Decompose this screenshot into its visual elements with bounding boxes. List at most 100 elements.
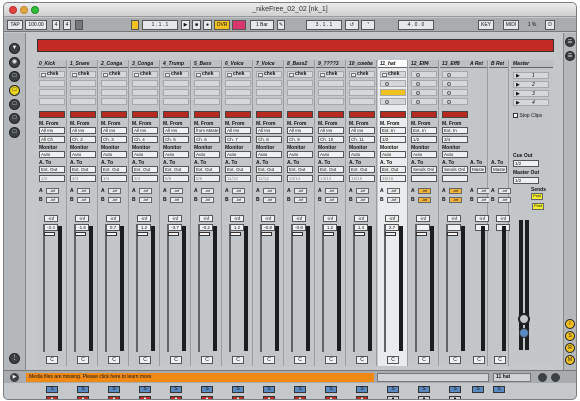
track-header[interactable]: 2_Conga — [99, 60, 128, 68]
output-channel-select[interactable]: 13/14 — [287, 175, 313, 182]
clip-slot[interactable] — [194, 80, 220, 87]
clip-slot[interactable] — [380, 89, 406, 96]
input-type-select[interactable]: All Ins — [349, 127, 375, 134]
arm-button[interactable]: ● — [263, 396, 275, 399]
files-icon[interactable]: □ — [9, 85, 20, 96]
help-view-icon[interactable]: ⋮ — [9, 353, 20, 364]
clip-slot[interactable] — [318, 80, 344, 87]
clip-stop-button[interactable] — [101, 111, 127, 118]
track-volume-value[interactable]: -2.4 — [44, 224, 58, 231]
track-header[interactable]: 10_cowbe — [347, 60, 376, 68]
arm-button[interactable]: ● — [294, 396, 306, 399]
clip-slot[interactable] — [442, 71, 468, 78]
solo-button[interactable]: S — [139, 386, 151, 393]
input-channel-select[interactable]: Ch. 9 — [287, 136, 313, 143]
output-type-select[interactable]: Ext. Out — [194, 166, 220, 173]
crossfader-assign-button[interactable]: C — [294, 356, 306, 364]
send-a-knob[interactable]: -inf — [139, 188, 152, 194]
automation-button[interactable] — [232, 20, 246, 30]
sig-numerator[interactable]: 4 — [52, 20, 60, 30]
send-a-knob[interactable]: -inf — [170, 188, 183, 194]
scene-2[interactable]: ▶ 2 — [513, 81, 549, 88]
stop-button[interactable]: ■ — [192, 20, 201, 30]
clip-slot[interactable]: chek — [225, 71, 251, 78]
input-channel-select[interactable]: Ch. 6 — [194, 136, 220, 143]
volume-fader[interactable] — [229, 224, 241, 352]
returns-toggle-icon[interactable]: R — [565, 343, 575, 353]
volume-fader[interactable] — [260, 224, 272, 352]
monitor-select[interactable]: Auto — [132, 151, 158, 158]
track-header[interactable]: 7_Voice — [254, 60, 283, 68]
browser-toggle-icon[interactable]: ▼ — [9, 43, 20, 54]
send-b-knob[interactable]: -inf — [139, 197, 152, 203]
volume-fader[interactable] — [322, 224, 334, 352]
solo-button[interactable]: S — [493, 386, 505, 393]
send-b-knob[interactable]: -inf — [77, 197, 90, 203]
send-a-knob[interactable]: -inf — [387, 188, 400, 194]
loop-start[interactable]: 3 . 1 . 1 — [306, 20, 342, 30]
sig-denominator[interactable]: 4 — [63, 20, 71, 30]
monitor-select[interactable]: Auto — [101, 151, 127, 158]
clip-slot[interactable] — [70, 98, 96, 105]
arm-button[interactable]: ● — [46, 396, 58, 399]
clip-stop-button[interactable] — [380, 111, 406, 118]
arm-button[interactable]: ● — [170, 396, 182, 399]
clip-slot[interactable] — [194, 98, 220, 105]
clip-stop-button[interactable] — [349, 111, 375, 118]
send-b-knob[interactable]: -inf — [170, 197, 183, 203]
solo-button[interactable]: S — [356, 386, 368, 393]
input-channel-select[interactable]: Ch. 4 — [132, 136, 158, 143]
clip-stop-button[interactable] — [318, 111, 344, 118]
clip-slot[interactable] — [132, 80, 158, 87]
monitor-select[interactable]: Auto — [349, 151, 375, 158]
send-b-knob[interactable]: -inf — [449, 197, 462, 203]
crossfader-assign-button[interactable]: C — [232, 356, 244, 364]
solo-button[interactable]: S — [77, 386, 89, 393]
input-type-select[interactable]: All Ins — [318, 127, 344, 134]
stop-clips-button[interactable]: Stop Clips — [513, 113, 551, 120]
send-a-knob[interactable]: -inf — [294, 188, 307, 194]
solo-button[interactable]: S — [108, 386, 120, 393]
clip-stop-button[interactable] — [163, 111, 189, 118]
clip-slot[interactable] — [225, 89, 251, 96]
clip-stop-button[interactable] — [132, 111, 158, 118]
send-a-knob[interactable]: -inf — [418, 188, 431, 194]
monitor-select[interactable]: Auto — [318, 151, 344, 158]
output-type-select[interactable]: Maste — [491, 166, 507, 173]
clip-slot[interactable] — [349, 80, 375, 87]
crossfader-assign-button[interactable]: C — [170, 356, 182, 364]
session-view-icon[interactable]: ☰ — [565, 37, 575, 47]
output-type-select[interactable]: Ext. Out — [225, 166, 251, 173]
solo-button[interactable]: S — [449, 386, 461, 393]
crossfader-assign-button[interactable]: C — [356, 356, 368, 364]
live-devices-icon[interactable]: ◉ — [9, 57, 20, 68]
clip-slot[interactable] — [256, 98, 282, 105]
clip-slot[interactable] — [101, 89, 127, 96]
input-channel-select[interactable]: Ch. 5 — [163, 136, 189, 143]
clip-slot[interactable] — [256, 80, 282, 87]
scene-4[interactable]: ▶ 4 — [513, 99, 549, 106]
send-b-knob[interactable]: -inf — [46, 197, 59, 203]
solo-button[interactable]: S — [325, 386, 337, 393]
input-channel-select[interactable]: Ch. 10 — [318, 136, 344, 143]
quantize-menu[interactable]: 1 Bar — [250, 20, 274, 30]
track-volume-value[interactable]: 1.4 — [354, 224, 368, 231]
input-type-select[interactable]: Ext. In — [411, 127, 437, 134]
play-button[interactable]: ▶ — [181, 20, 190, 30]
track-header[interactable]: 12_Eff4 — [409, 60, 438, 68]
track-header[interactable]: 3_Conga — [130, 60, 159, 68]
monitor-select[interactable]: Auto — [163, 151, 189, 158]
clip-slot[interactable] — [101, 80, 127, 87]
crossfader-assign-button[interactable]: C — [387, 356, 399, 364]
volume-fader[interactable] — [167, 224, 179, 352]
send-a-knob[interactable]: -inf — [77, 188, 90, 194]
clip-slot[interactable] — [318, 89, 344, 96]
track-volume-value[interactable]: -3.7 — [168, 224, 182, 231]
follow-button[interactable] — [131, 20, 139, 30]
clip-slot[interactable]: chek — [70, 71, 96, 78]
device-view-toggle-icon[interactable] — [551, 373, 560, 382]
clip-slot[interactable] — [39, 80, 65, 87]
clip-slot[interactable] — [411, 71, 437, 78]
track-header[interactable]: 13_Eff8 — [440, 60, 469, 68]
output-type-select[interactable]: Ext. Out — [256, 166, 282, 173]
